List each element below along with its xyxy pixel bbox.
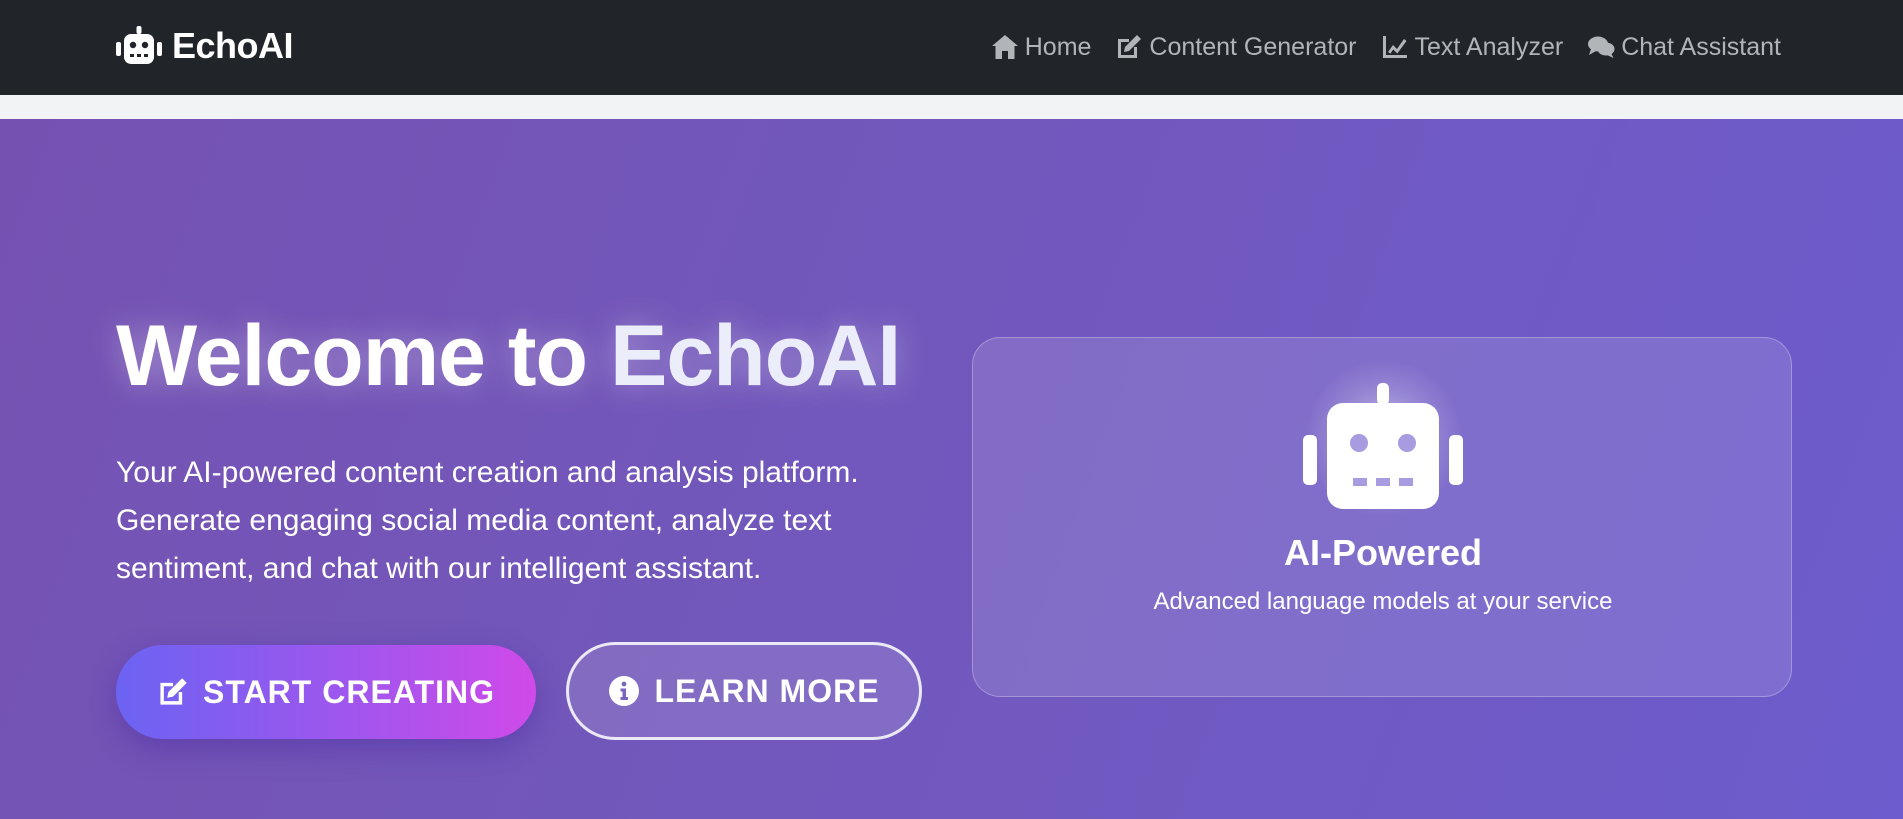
nav-spacer [0,95,1903,119]
feature-card-subtitle: Advanced language models at your service [1153,588,1613,615]
nav-item-label: Content Generator [1149,32,1357,61]
nav-item-chat-assistant[interactable]: Chat Assistant [1587,33,1781,62]
edit-icon [160,678,187,705]
hero-title-prefix: Welcome to [116,308,610,404]
learn-more-button[interactable]: LEARN MORE [566,642,922,740]
nav-item-content-generator[interactable]: Content Generator [1115,32,1357,62]
info-circle-icon [609,676,640,706]
start-creating-label: START CREATING [203,673,495,710]
comments-icon [1588,36,1615,58]
learn-more-label: LEARN MORE [654,672,880,709]
hero-section: Welcome to EchoAI Your AI-powered conten… [0,119,1903,819]
chart-line-icon [1382,36,1407,58]
hero-title-accent: EchoAI [609,308,901,404]
home-icon [991,35,1018,59]
brand-name: EchoAI [172,25,294,66]
nav-item-label: Text Analyzer [1414,32,1564,61]
navbar: EchoAI Home Content Generator Text Analy… [0,0,1903,95]
nav-item-home[interactable]: Home [991,32,1092,62]
edit-icon [1118,35,1142,58]
robot-icon [1303,383,1463,509]
feature-card-title: AI-Powered [1283,532,1483,573]
nav-item-text-analyzer[interactable]: Text Analyzer [1381,32,1564,62]
nav-item-label: Chat Assistant [1621,32,1781,61]
nav-item-label: Home [1024,32,1092,61]
brand-link[interactable]: EchoAI [116,25,294,66]
start-creating-button[interactable]: START CREATING [116,645,536,739]
feature-card: AI-Powered Advanced language models at y… [972,337,1792,697]
nav-links: Home Content Generator Text Analyzer Cha… [991,28,1781,66]
robot-icon [116,26,162,64]
hero-title: Welcome to EchoAI [116,313,901,399]
hero-description: Your AI-powered content creation and ana… [116,456,859,585]
